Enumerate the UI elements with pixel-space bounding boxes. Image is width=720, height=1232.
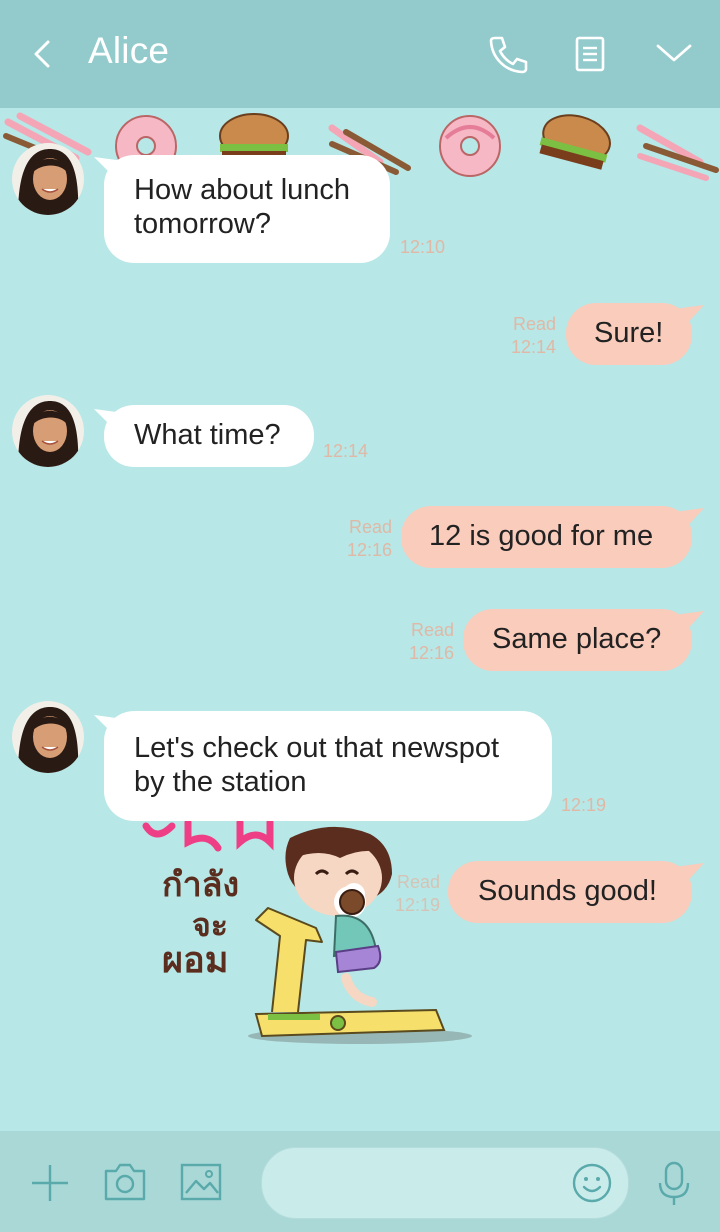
read-label: Read bbox=[348, 517, 392, 537]
message-text: Sure! bbox=[594, 317, 664, 349]
message-read-status: Read 12:19 bbox=[384, 871, 440, 917]
message-bubble-outgoing[interactable]: 12 is good for me bbox=[401, 506, 692, 568]
composer-bar bbox=[0, 1131, 720, 1232]
message-text: Let's check out that newspot by the stat… bbox=[134, 732, 500, 798]
avatar-photo-icon bbox=[12, 701, 84, 773]
message-bubble-outgoing[interactable]: Sure! bbox=[566, 303, 692, 365]
header-bar: Alice bbox=[0, 0, 720, 108]
message-text: Sounds good! bbox=[478, 875, 657, 907]
message-time: 12:14 bbox=[510, 337, 556, 357]
sticker-text-line3: ผอม bbox=[162, 940, 228, 981]
message-bubble-incoming[interactable]: Let's check out that newspot by the stat… bbox=[104, 711, 552, 821]
contact-avatar[interactable] bbox=[12, 143, 84, 215]
burger-icon bbox=[539, 114, 611, 170]
burger-icon bbox=[219, 113, 289, 160]
message-read-status: Read 12:16 bbox=[398, 619, 454, 665]
read-label: Read bbox=[396, 872, 440, 892]
emoji-smiley-icon[interactable] bbox=[570, 1161, 614, 1205]
message-text: What time? bbox=[134, 419, 281, 451]
chat-title: Alice bbox=[88, 30, 170, 71]
message-text: How about lunch tomorrow? bbox=[134, 174, 351, 240]
back-chevron-icon[interactable] bbox=[26, 34, 62, 74]
message-bubble-incoming[interactable]: What time? bbox=[104, 405, 314, 467]
message-read-status: Read 12:14 bbox=[500, 313, 556, 359]
notes-document-icon[interactable] bbox=[568, 32, 612, 76]
message-time: 12:10 bbox=[400, 237, 446, 257]
image-gallery-icon[interactable] bbox=[178, 1161, 224, 1203]
microphone-icon[interactable] bbox=[654, 1159, 694, 1209]
pocky-sticks-icon bbox=[636, 124, 719, 181]
message-time: 12:16 bbox=[408, 643, 454, 663]
sticker-text-line1: กำลัง bbox=[162, 865, 239, 905]
message-bubble-incoming[interactable]: How about lunch tomorrow? bbox=[104, 155, 390, 263]
read-label: Read bbox=[410, 620, 454, 640]
phone-icon[interactable] bbox=[484, 32, 528, 76]
contact-avatar[interactable] bbox=[12, 395, 84, 467]
message-time: 12:19 bbox=[394, 895, 440, 915]
message-bubble-outgoing[interactable]: Same place? bbox=[463, 609, 692, 671]
read-label: Read bbox=[512, 314, 556, 334]
camera-icon[interactable] bbox=[102, 1161, 148, 1203]
message-time: 12:16 bbox=[346, 540, 392, 560]
sticker-text-line2: จะ bbox=[192, 906, 228, 944]
message-text: Same place? bbox=[492, 623, 662, 655]
message-bubble-outgoing[interactable]: Sounds good! bbox=[448, 861, 692, 923]
donut-icon bbox=[439, 115, 501, 177]
plus-icon[interactable] bbox=[28, 1161, 72, 1205]
avatar-photo-icon bbox=[12, 143, 84, 215]
chat-screen: Alice How about lunch tomorrow? 12:10 Re… bbox=[0, 0, 720, 1232]
contact-avatar[interactable] bbox=[12, 701, 84, 773]
treadmill-sticker-image[interactable]: กำลัง จะ ผอม bbox=[140, 818, 480, 1048]
message-time: 12:19 bbox=[561, 795, 607, 815]
message-read-status: Read 12:16 bbox=[336, 516, 392, 562]
menu-chevron-down-icon[interactable] bbox=[652, 32, 696, 76]
avatar-photo-icon bbox=[12, 395, 84, 467]
message-text: 12 is good for me bbox=[429, 520, 654, 552]
message-time: 12:14 bbox=[323, 441, 369, 461]
